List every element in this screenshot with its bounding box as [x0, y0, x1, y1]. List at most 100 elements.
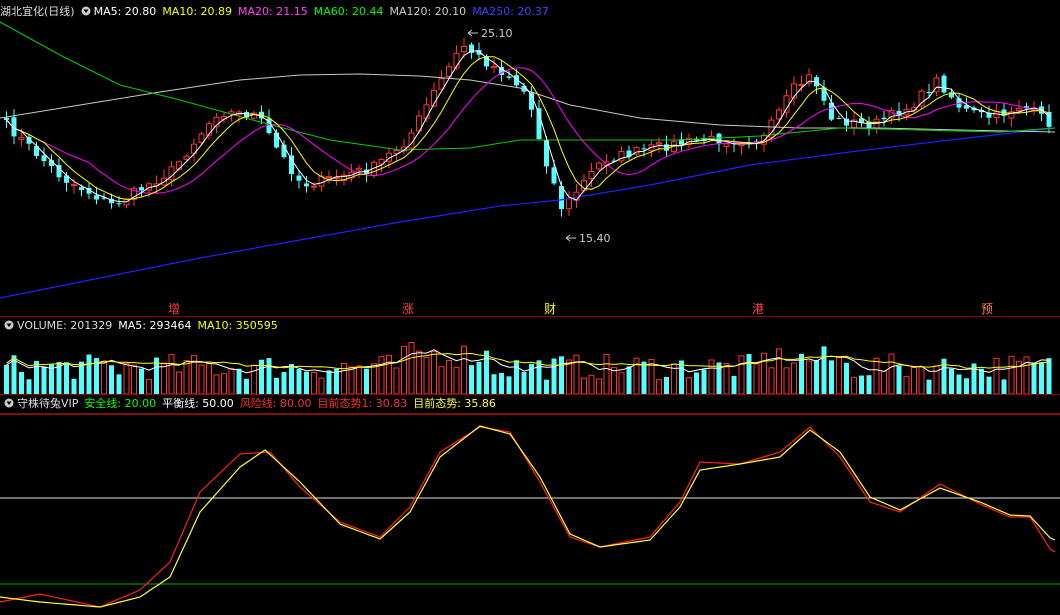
- volume-legend: VOLUME: 201329 MA5: 293464 MA10: 350595: [0, 318, 284, 334]
- volume-bar: [618, 372, 625, 394]
- high-pointer: [467, 29, 478, 37]
- volume-bar: [274, 377, 279, 394]
- volume-bar: [244, 378, 249, 394]
- candle-body: [461, 45, 467, 53]
- marker-5[interactable]: 预: [981, 301, 993, 317]
- candle-body: [491, 65, 497, 69]
- volume-bars: [4, 341, 1052, 394]
- volume-bar: [453, 366, 460, 394]
- candle-body: [918, 90, 925, 107]
- candle-body: [716, 133, 722, 145]
- volume-bar: [596, 378, 602, 394]
- volume-bar: [251, 364, 257, 394]
- dropdown-arrow-icon[interactable]: [4, 398, 14, 408]
- volume-bar: [499, 372, 504, 394]
- volume-bar: [738, 355, 745, 394]
- low-label: 15.40: [579, 232, 611, 245]
- volume-bar: [41, 366, 47, 394]
- candle-body: [71, 184, 77, 187]
- panel-divider: [0, 316, 1060, 317]
- volume-bar: [776, 348, 782, 394]
- marker-3[interactable]: 财: [544, 301, 556, 317]
- volume-bar: [109, 365, 114, 394]
- volume-bar: [753, 363, 760, 394]
- volume-bar: [964, 378, 969, 394]
- volume-bar: [423, 356, 430, 394]
- volume-bar: [438, 366, 445, 394]
- candle-body: [423, 104, 430, 119]
- risk-line-value: 风险线: 80.00: [239, 397, 312, 410]
- high-label: 25.10: [481, 27, 513, 40]
- candle-body: [79, 187, 84, 191]
- candle-body: [18, 136, 25, 140]
- candle-body: [506, 76, 512, 78]
- volume-bar: [851, 376, 857, 394]
- indicator-legend: 守株待兔VIP 安全线: 20.00 平衡线: 50.00 风险线: 80.00 目前态…: [0, 396, 502, 412]
- volume-bar: [844, 362, 849, 394]
- candle-body: [198, 133, 205, 143]
- marker-4[interactable]: 港: [752, 301, 764, 317]
- dropdown-arrow-icon[interactable]: [4, 320, 14, 330]
- volume-bar: [686, 377, 692, 394]
- volume-bar: [364, 368, 369, 394]
- candle-body: [806, 74, 812, 84]
- panel-divider: [0, 394, 1060, 395]
- marker-2[interactable]: 涨: [402, 301, 414, 317]
- volume-bar: [626, 366, 632, 394]
- volume-bar: [168, 354, 175, 394]
- trend-line: [0, 425, 1056, 608]
- price-candles: [4, 37, 1052, 217]
- trend1-line: [0, 426, 1056, 608]
- volume-bar: [551, 358, 557, 394]
- volume-bar: [446, 360, 452, 394]
- volume-bar: [768, 367, 775, 394]
- volume-bar: [723, 363, 730, 394]
- volume-bar: [506, 376, 512, 394]
- volume-bar: [911, 367, 917, 394]
- volume-ma5: MA5: 293464: [118, 319, 192, 332]
- candle-body: [798, 83, 805, 86]
- indicator-chart[interactable]: [0, 412, 1060, 615]
- volume-bar: [641, 361, 647, 394]
- volume-bar: [4, 364, 9, 394]
- volume-bar: [956, 374, 962, 394]
- volume-bar: [116, 374, 122, 394]
- volume-bar: [694, 372, 699, 394]
- volume-bar: [26, 379, 32, 394]
- candle-body: [274, 132, 279, 148]
- volume-bar: [979, 368, 984, 394]
- candle-body: [776, 109, 782, 120]
- volume-bar: [1031, 362, 1037, 394]
- volume-bar: [213, 374, 220, 394]
- price-chart[interactable]: 25.10 15.40: [0, 0, 1060, 300]
- candle-body: [304, 183, 309, 187]
- volume-bar: [514, 360, 519, 394]
- candle-body: [641, 148, 647, 150]
- volume-bar: [761, 352, 767, 394]
- candle-body: [311, 185, 317, 188]
- volume-bar: [484, 350, 489, 394]
- volume-bar: [581, 377, 587, 394]
- volume-bar: [311, 371, 317, 394]
- volume-bar: [679, 360, 684, 394]
- volume-bar: [393, 367, 400, 394]
- volume-bar: [611, 367, 617, 394]
- volume-bar: [859, 375, 864, 394]
- ma60-line: [0, 21, 1056, 151]
- ma20-line: [6, 67, 1050, 194]
- volume-bar: [221, 373, 227, 394]
- volume-bar: [228, 367, 235, 394]
- candle-body: [41, 155, 47, 162]
- volume-bar: [664, 377, 669, 394]
- volume-bar: [101, 361, 107, 394]
- marker-1[interactable]: 增: [168, 301, 180, 317]
- volume-bar: [814, 359, 819, 394]
- volume-bar: [588, 374, 595, 394]
- volume-bar: [491, 374, 497, 394]
- volume-bar: [296, 369, 302, 394]
- volume-bar: [1039, 362, 1044, 394]
- volume-bar: [873, 357, 880, 394]
- candle-body: [356, 167, 362, 171]
- volume-chart[interactable]: [0, 334, 1060, 394]
- volume-bar: [656, 379, 662, 394]
